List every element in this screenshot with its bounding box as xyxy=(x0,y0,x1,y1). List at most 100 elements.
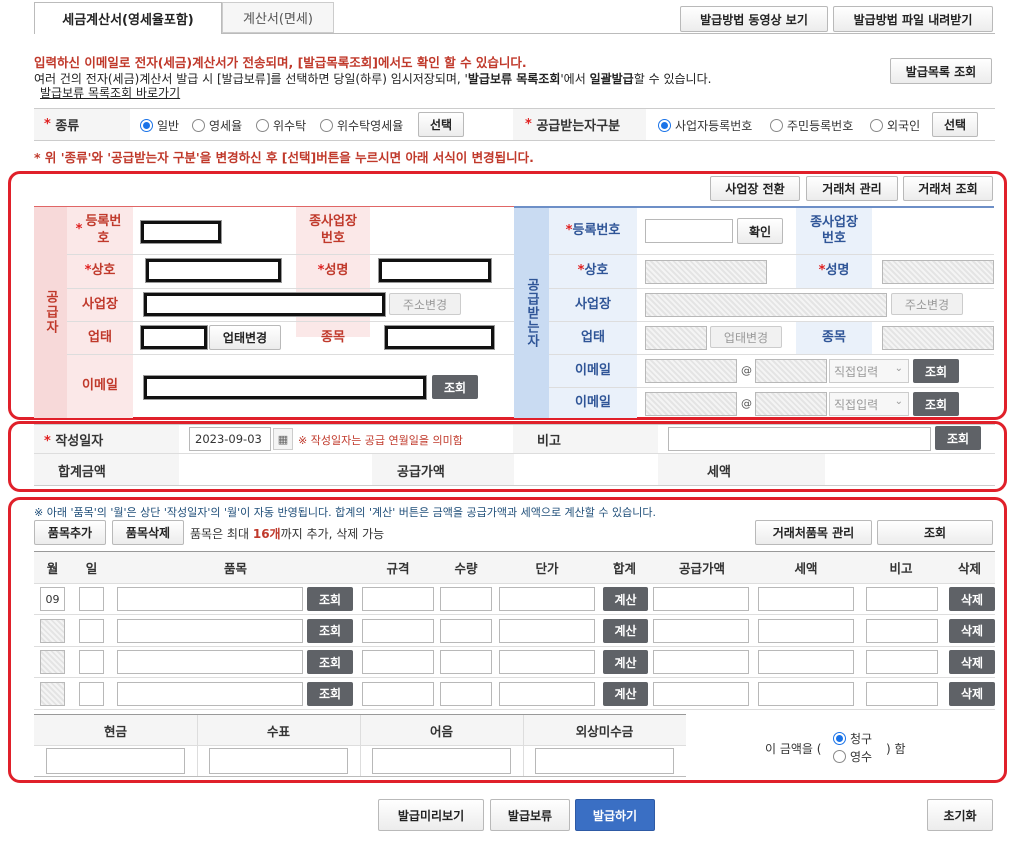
item-delete-button[interactable]: 삭제 xyxy=(949,618,995,643)
supplier-biztype-change-button[interactable]: 업태변경 xyxy=(209,325,281,350)
item-name-input[interactable] xyxy=(117,618,303,643)
tab-tax-invoice[interactable]: 세금계산서(영세율포함) xyxy=(34,2,222,34)
item-name-input[interactable] xyxy=(117,587,303,611)
buyer-address-change-button[interactable]: 주소변경 xyxy=(891,293,963,315)
buyer-biztype-input[interactable] xyxy=(645,326,707,350)
item-month-input[interactable] xyxy=(40,681,65,706)
type-radio-consign[interactable]: 위수탁 xyxy=(256,117,306,134)
buyer-domain-select-1[interactable]: 직접입력 ⌄ xyxy=(829,359,909,383)
hold-button[interactable]: 발급보류 xyxy=(490,799,570,831)
item-month-input[interactable]: 09 xyxy=(40,587,65,611)
payment-input-1[interactable] xyxy=(209,748,348,774)
item-spec-input[interactable] xyxy=(362,587,434,611)
item-qty-input[interactable] xyxy=(440,618,492,643)
item-remark-input[interactable] xyxy=(866,650,938,674)
item-spec-input[interactable] xyxy=(362,618,434,643)
item-lookup-button[interactable]: 조회 xyxy=(307,587,353,611)
reset-button[interactable]: 초기화 xyxy=(927,799,993,831)
buyer-domain-select-2[interactable]: 직접입력 ⌄ xyxy=(829,392,909,416)
item-calc-button[interactable]: 계산 xyxy=(603,681,648,706)
item-delete-button[interactable]: 삭제 xyxy=(949,650,995,674)
remark-lookup-button[interactable]: 조회 xyxy=(935,426,981,450)
item-price-input[interactable] xyxy=(499,587,595,611)
item-day-input[interactable] xyxy=(79,587,104,611)
item-remark-input[interactable] xyxy=(866,681,938,706)
item-month-input[interactable] xyxy=(40,650,65,674)
item-month-input[interactable] xyxy=(40,618,65,643)
buyer-confirm-button[interactable]: 확인 xyxy=(737,218,783,244)
item-supply-input[interactable] xyxy=(653,681,749,706)
item-price-input[interactable] xyxy=(499,650,595,674)
item-supply-input[interactable] xyxy=(653,587,749,611)
issue-button[interactable]: 발급하기 xyxy=(575,799,655,831)
receiver-radio-biz[interactable]: 사업자등록번호 xyxy=(658,117,752,134)
receiver-radio-foreign[interactable]: 외국인 xyxy=(870,117,920,134)
buyer-biztype-change-button[interactable]: 업태변경 xyxy=(710,326,782,348)
buyer-ceo-input[interactable] xyxy=(882,260,994,284)
add-item-button[interactable]: 품목추가 xyxy=(34,520,106,545)
buyer-name-input[interactable] xyxy=(645,260,767,284)
video-button[interactable]: 발급방법 동영상 보기 xyxy=(680,6,828,32)
buyer-email-domain-2[interactable] xyxy=(755,392,827,416)
item-name-input[interactable] xyxy=(117,650,303,674)
buyer-email-lookup-button-1[interactable]: 조회 xyxy=(913,359,959,383)
partner-item-manage-button[interactable]: 거래처품목 관리 xyxy=(755,520,872,545)
item-tax-input[interactable] xyxy=(758,618,854,643)
receiver-select-button[interactable]: 선택 xyxy=(932,112,978,137)
item-lookup-button[interactable]: 조회 xyxy=(307,681,353,706)
supplier-email-lookup-button[interactable]: 조회 xyxy=(432,375,478,399)
buyer-email-id-1[interactable] xyxy=(645,359,737,383)
switch-workplace-button[interactable]: 사업장 전환 xyxy=(710,176,800,201)
item-remark-input[interactable] xyxy=(866,618,938,643)
issue-list-button[interactable]: 발급목록 조회 xyxy=(890,58,992,84)
item-spec-input[interactable] xyxy=(362,650,434,674)
item-qty-input[interactable] xyxy=(440,681,492,706)
payment-input-0[interactable] xyxy=(46,748,185,774)
item-qty-input[interactable] xyxy=(440,650,492,674)
payment-input-3[interactable] xyxy=(535,748,674,774)
item-supply-input[interactable] xyxy=(653,618,749,643)
tab-invoice[interactable]: 계산서(면세) xyxy=(222,2,334,33)
item-calc-button[interactable]: 계산 xyxy=(603,618,648,643)
date-input[interactable]: 2023-09-03 xyxy=(189,427,271,451)
item-lookup-button[interactable]: 조회 xyxy=(307,650,353,674)
calendar-icon[interactable]: ▦ xyxy=(273,428,293,450)
item-supply-input[interactable] xyxy=(653,650,749,674)
receiver-radio-resident[interactable]: 주민등록번호 xyxy=(770,117,853,134)
type-select-button[interactable]: 선택 xyxy=(418,112,464,137)
hold-list-link[interactable]: 발급보류 목록조회 바로가기 xyxy=(40,84,180,101)
buyer-item-input[interactable] xyxy=(882,326,994,350)
buyer-email-id-2[interactable] xyxy=(645,392,737,416)
item-qty-input[interactable] xyxy=(440,587,492,611)
partner-lookup-button[interactable]: 거래처 조회 xyxy=(903,176,993,201)
remove-item-button[interactable]: 품목삭제 xyxy=(112,520,184,545)
item-calc-button[interactable]: 계산 xyxy=(603,650,648,674)
partner-item-lookup-button[interactable]: 조회 xyxy=(877,520,993,545)
payment-input-2[interactable] xyxy=(372,748,511,774)
item-tax-input[interactable] xyxy=(758,587,854,611)
type-radio-consign-zero[interactable]: 위수탁영세율 xyxy=(320,117,403,134)
buyer-address-input[interactable] xyxy=(645,293,887,317)
item-name-input[interactable] xyxy=(117,681,303,706)
item-delete-button[interactable]: 삭제 xyxy=(949,681,995,706)
supplier-address-change-button[interactable]: 주소변경 xyxy=(389,293,461,315)
buyer-reg-input[interactable] xyxy=(645,219,733,243)
item-tax-input[interactable] xyxy=(758,650,854,674)
item-remark-input[interactable] xyxy=(866,587,938,611)
item-calc-button[interactable]: 계산 xyxy=(603,587,648,611)
item-day-input[interactable] xyxy=(79,681,104,706)
claim-radio[interactable]: 청구 xyxy=(833,730,872,747)
buyer-email-lookup-button-2[interactable]: 조회 xyxy=(913,392,959,416)
item-tax-input[interactable] xyxy=(758,681,854,706)
type-radio-general[interactable]: 일반 xyxy=(140,117,179,134)
type-radio-zero[interactable]: 영세율 xyxy=(192,117,242,134)
download-button[interactable]: 발급방법 파일 내려받기 xyxy=(833,6,993,32)
preview-button[interactable]: 발급미리보기 xyxy=(378,799,484,831)
item-price-input[interactable] xyxy=(499,681,595,706)
item-delete-button[interactable]: 삭제 xyxy=(949,587,995,611)
item-day-input[interactable] xyxy=(79,618,104,643)
receipt-radio[interactable]: 영수 xyxy=(833,748,872,765)
buyer-email-domain-1[interactable] xyxy=(755,359,827,383)
item-spec-input[interactable] xyxy=(362,681,434,706)
item-day-input[interactable] xyxy=(79,650,104,674)
